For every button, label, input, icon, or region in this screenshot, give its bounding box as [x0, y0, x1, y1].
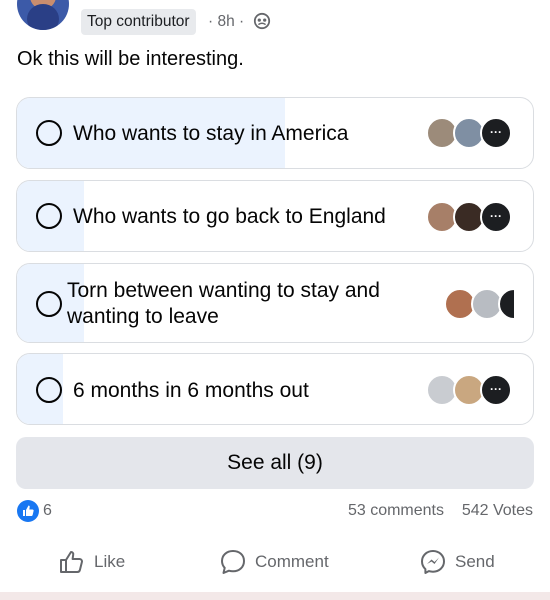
post-stats: 6 53 comments 542 Votes — [0, 498, 550, 526]
poll-option-label: Torn between wanting to stay and wanting… — [67, 278, 380, 330]
messenger-icon — [421, 550, 445, 574]
post-header: Top contributor · 8h · — [0, 0, 550, 40]
poll-option-3[interactable]: Torn between wanting to stay and wanting… — [16, 263, 534, 343]
like-label: Like — [94, 552, 126, 571]
poll-option-label: Who wants to stay in America — [73, 122, 349, 145]
poll-option-label-line-2: wanting to leave — [67, 305, 219, 328]
poll-option-label-line-1: Torn between wanting to stay and — [67, 279, 380, 302]
post-actions: Like Comment Send — [0, 540, 550, 584]
voter-avatars[interactable]: ··· — [426, 374, 516, 406]
send-button[interactable]: Send — [419, 540, 495, 584]
see-all-button[interactable]: See all (9) — [16, 437, 534, 489]
radio-button[interactable] — [36, 291, 62, 317]
top-contributor-badge: Top contributor — [81, 9, 196, 35]
voter-avatars[interactable]: ··· — [426, 201, 516, 233]
comments-count[interactable]: 53 comments — [348, 502, 444, 520]
voter-avatars[interactable]: ··· — [426, 117, 516, 149]
more-voters-icon: ··· — [480, 117, 512, 149]
radio-button[interactable] — [36, 377, 62, 403]
comment-bubble-icon — [221, 550, 245, 574]
comment-button[interactable]: Comment — [219, 540, 329, 584]
voter-avatars[interactable] — [444, 288, 516, 320]
reaction-count[interactable]: 6 — [43, 502, 52, 520]
post-text: Ok this will be interesting. — [17, 48, 244, 70]
audience-globe-icon[interactable] — [253, 12, 271, 30]
more-voters-icon — [498, 288, 516, 320]
more-voters-icon: ··· — [480, 201, 512, 233]
like-reaction-icon[interactable] — [17, 500, 39, 522]
feed-separator — [0, 592, 550, 600]
author-avatar[interactable] — [17, 0, 69, 30]
like-button[interactable]: Like — [58, 540, 125, 584]
poll-option-2[interactable]: Who wants to go back to England ··· — [16, 180, 534, 252]
votes-count[interactable]: 542 Votes — [462, 502, 533, 520]
poll-option-1[interactable]: Who wants to stay in America ··· — [16, 97, 534, 169]
comment-label: Comment — [255, 552, 329, 571]
poll-option-label: Who wants to go back to England — [73, 205, 386, 228]
post-time[interactable]: · 8h · — [208, 9, 244, 35]
more-voters-icon: ··· — [480, 374, 512, 406]
radio-button[interactable] — [36, 120, 62, 146]
send-label: Send — [455, 552, 495, 571]
poll-option-4[interactable]: 6 months in 6 months out ··· — [16, 353, 534, 425]
poll-option-label: 6 months in 6 months out — [73, 379, 309, 402]
thumbs-up-icon — [60, 551, 83, 573]
radio-button[interactable] — [36, 203, 62, 229]
